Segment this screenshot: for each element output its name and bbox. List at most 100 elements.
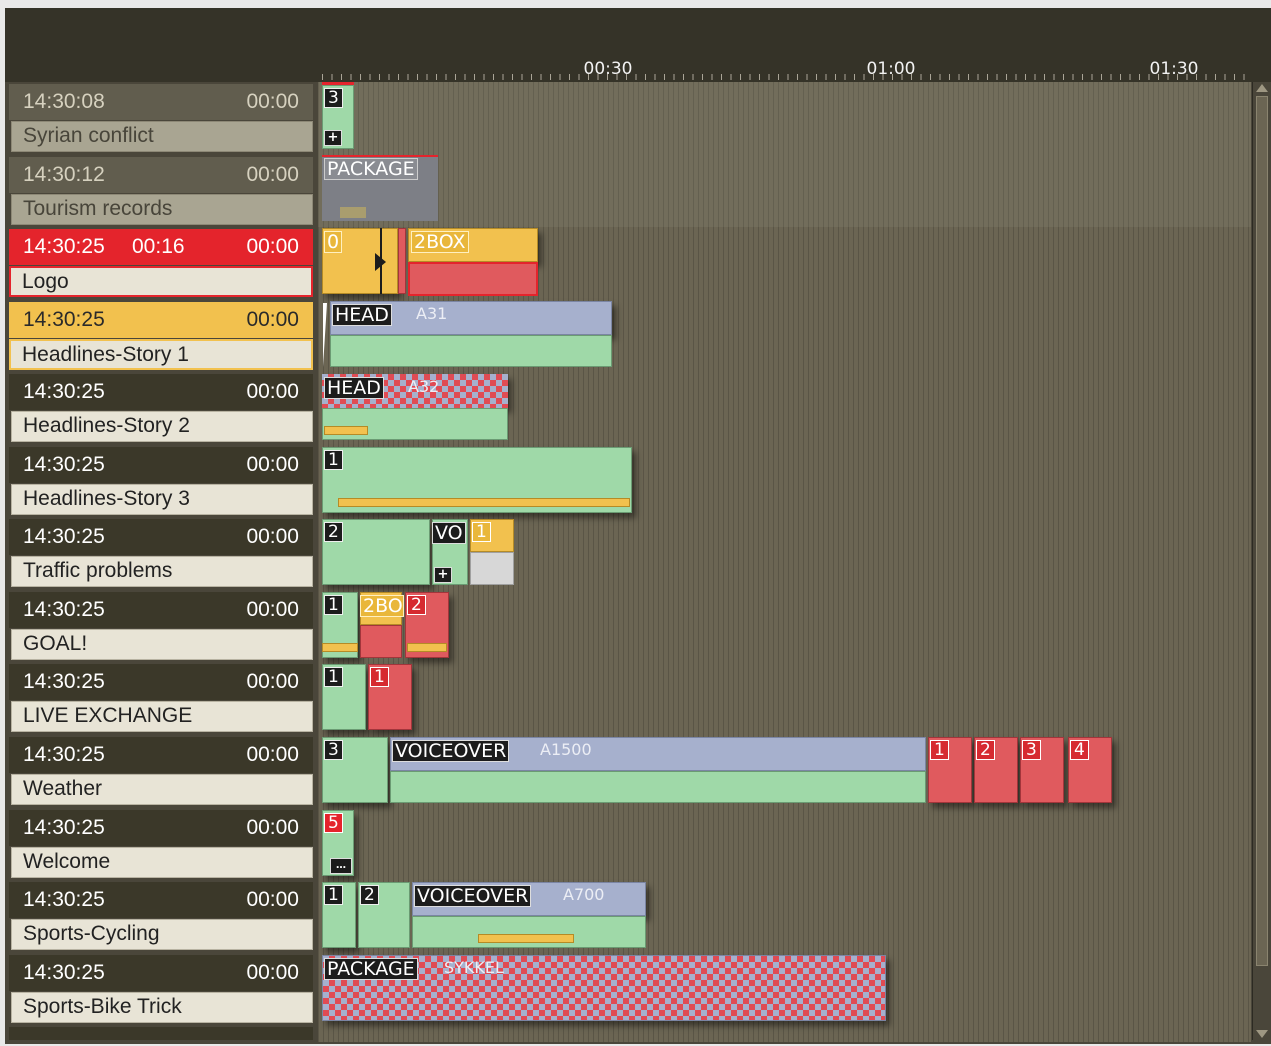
start-time: 14:30:25 [23,743,105,766]
start-time: 14:30:25 [23,670,105,693]
clip-block[interactable] [360,625,402,658]
row-title-field[interactable]: Logo [9,266,313,297]
row-timing-bar: 14:30:25 00:00 [9,447,313,483]
clip-label: VOICEOVER [414,885,532,907]
end-time: 00:00 [246,453,299,476]
rundown-row[interactable]: 14:30:12 00:00 Tourism records [9,157,313,225]
clip-sub: A31 [416,304,448,323]
rundown-row[interactable]: 14:30:25 00:16 00:00 Logo [9,229,313,297]
duration: 00:16 [132,235,185,258]
row-title-field[interactable]: Headlines-Story 3 [11,484,313,515]
clip-label: VO [432,522,466,544]
clip-number: 1 [370,667,389,687]
end-time: 00:00 [246,90,299,113]
end-time: 00:00 [246,743,299,766]
clip-label: HEAD [332,304,392,326]
rundown-row[interactable]: 14:30:25 00:00 LIVE EXCHANGE [9,664,313,732]
rundown-row[interactable]: 14:30:25 00:00 Headlines-Story 1 [9,302,313,370]
transition-marker [323,303,327,367]
row-timing-bar: 14:30:12 00:00 [9,157,313,193]
clip-block[interactable] [470,552,514,585]
end-time: 00:00 [246,888,299,911]
sequence-icon[interactable]: … [330,858,352,874]
start-time: 14:30:25 [23,598,105,621]
start-time: 14:30:25 [23,525,105,548]
story-title: Syrian conflict [23,124,154,147]
story-title: Headlines-Story 3 [23,487,190,510]
clip-label: HEAD [324,377,384,399]
row-title-field[interactable]: Weather [11,774,313,805]
clip-label: 2BO [360,595,404,617]
end-time: 00:00 [246,308,299,331]
story-title: Logo [22,270,69,293]
clip-number: 2 [360,885,379,905]
row-timing-bar: 14:30:25 00:00 [9,302,313,338]
end-time: 00:00 [246,816,299,839]
row-title-field[interactable]: Syrian conflict [11,121,313,152]
row-title-field[interactable]: LIVE EXCHANGE [11,701,313,732]
row-title-field[interactable]: Sports-Bike Trick [11,992,313,1023]
start-time: 14:30:25 [23,235,105,258]
scroll-down-icon[interactable] [1256,1030,1268,1038]
clip-marker [340,207,366,218]
row-timing-bar: 14:30:25 00:00 [9,810,313,846]
rundown-row[interactable]: 14:30:25 00:00 GOAL! [9,592,313,660]
scroll-thumb[interactable] [1256,96,1268,966]
clip-number: 2 [407,595,426,615]
start-time: 14:30:25 [23,961,105,984]
scroll-up-icon[interactable] [1256,84,1268,92]
clip-number: 5 [324,813,343,833]
start-time: 14:30:08 [23,90,105,113]
rundown-row[interactable]: 14:30:25 00:00 Traffic problems [9,519,313,587]
clip-sub: SYKKEL [444,958,504,977]
rundown-timeline-window: 00:30 01:00 01:30 3 + PACKAGE 0 2BOX HEA… [0,0,1271,1046]
clip-number: 1 [324,667,343,687]
expand-icon[interactable]: + [324,130,342,146]
story-title: Sports-Cycling [23,922,160,945]
rundown-row[interactable]: 14:30:25 00:00 Sports-Bike Trick [9,955,313,1023]
story-title: Traffic problems [23,559,173,582]
row-title-field[interactable]: Headlines-Story 2 [11,411,313,442]
rundown-row[interactable]: 14:30:25 00:00 Welcome [9,810,313,878]
audio-bar [407,643,447,652]
row-title-field[interactable]: Tourism records [11,194,313,225]
clip-sub: A1500 [540,740,592,759]
row-title-field[interactable]: Sports-Cycling [11,919,313,950]
clip-sub: A700 [563,885,605,904]
row-timing-bar: 14:30:25 00:00 [9,374,313,410]
clip-block[interactable] [390,771,926,803]
rundown-row[interactable]: 14:30:25 00:00 Headlines-Story 2 [9,374,313,442]
row-timing-bar: 14:30:25 00:00 [9,955,313,991]
clip-block[interactable] [330,335,612,367]
rundown-row[interactable]: 14:30:25 00:00 Weather [9,737,313,805]
clip-block[interactable] [322,408,508,440]
row-title-field[interactable]: GOAL! [11,629,313,660]
story-title: Weather [23,777,102,800]
row-timing-bar: 14:30:25 00:00 [9,737,313,773]
row-title-field[interactable]: Headlines-Story 1 [9,339,313,370]
time-ruler[interactable]: 00:30 01:00 01:30 [5,8,1271,82]
end-time: 00:00 [246,670,299,693]
clip-block[interactable] [412,916,646,948]
vertical-scrollbar[interactable] [1252,82,1270,1040]
row-timing-bar: 14:30:25 00:16 00:00 [9,229,313,265]
row-timing-bar: 14:30:25 00:00 [9,519,313,555]
expand-icon[interactable]: + [434,567,452,583]
clip-number: 1 [324,595,343,615]
row-title-field[interactable]: Traffic problems [11,556,313,587]
rundown-row[interactable]: 14:30:25 00:00 Headlines-Story 3 [9,447,313,515]
end-time: 00:00 [246,235,299,258]
rundown-row[interactable]: 14:30:08 00:00 Syrian conflict [9,84,313,152]
row-title-field[interactable]: Welcome [11,847,313,878]
clip-block[interactable] [408,262,538,296]
rundown-row[interactable]: 14:30:25 00:00 Sports-Cycling [9,882,313,950]
play-icon[interactable] [375,253,386,271]
clip-label: VOICEOVER [392,740,510,762]
clip-block[interactable] [398,228,406,294]
ruler-ticks [322,74,1252,80]
story-title: Sports-Bike Trick [23,995,182,1018]
row-timing-bar: 14:30:25 00:00 [9,664,313,700]
timeline-canvas[interactable]: 3 + PACKAGE 0 2BOX HEAD A31 HEAD A32 1 2… [318,82,1251,1042]
story-title: Headlines-Story 1 [22,343,189,366]
clip-label: PACKAGE [324,158,418,180]
